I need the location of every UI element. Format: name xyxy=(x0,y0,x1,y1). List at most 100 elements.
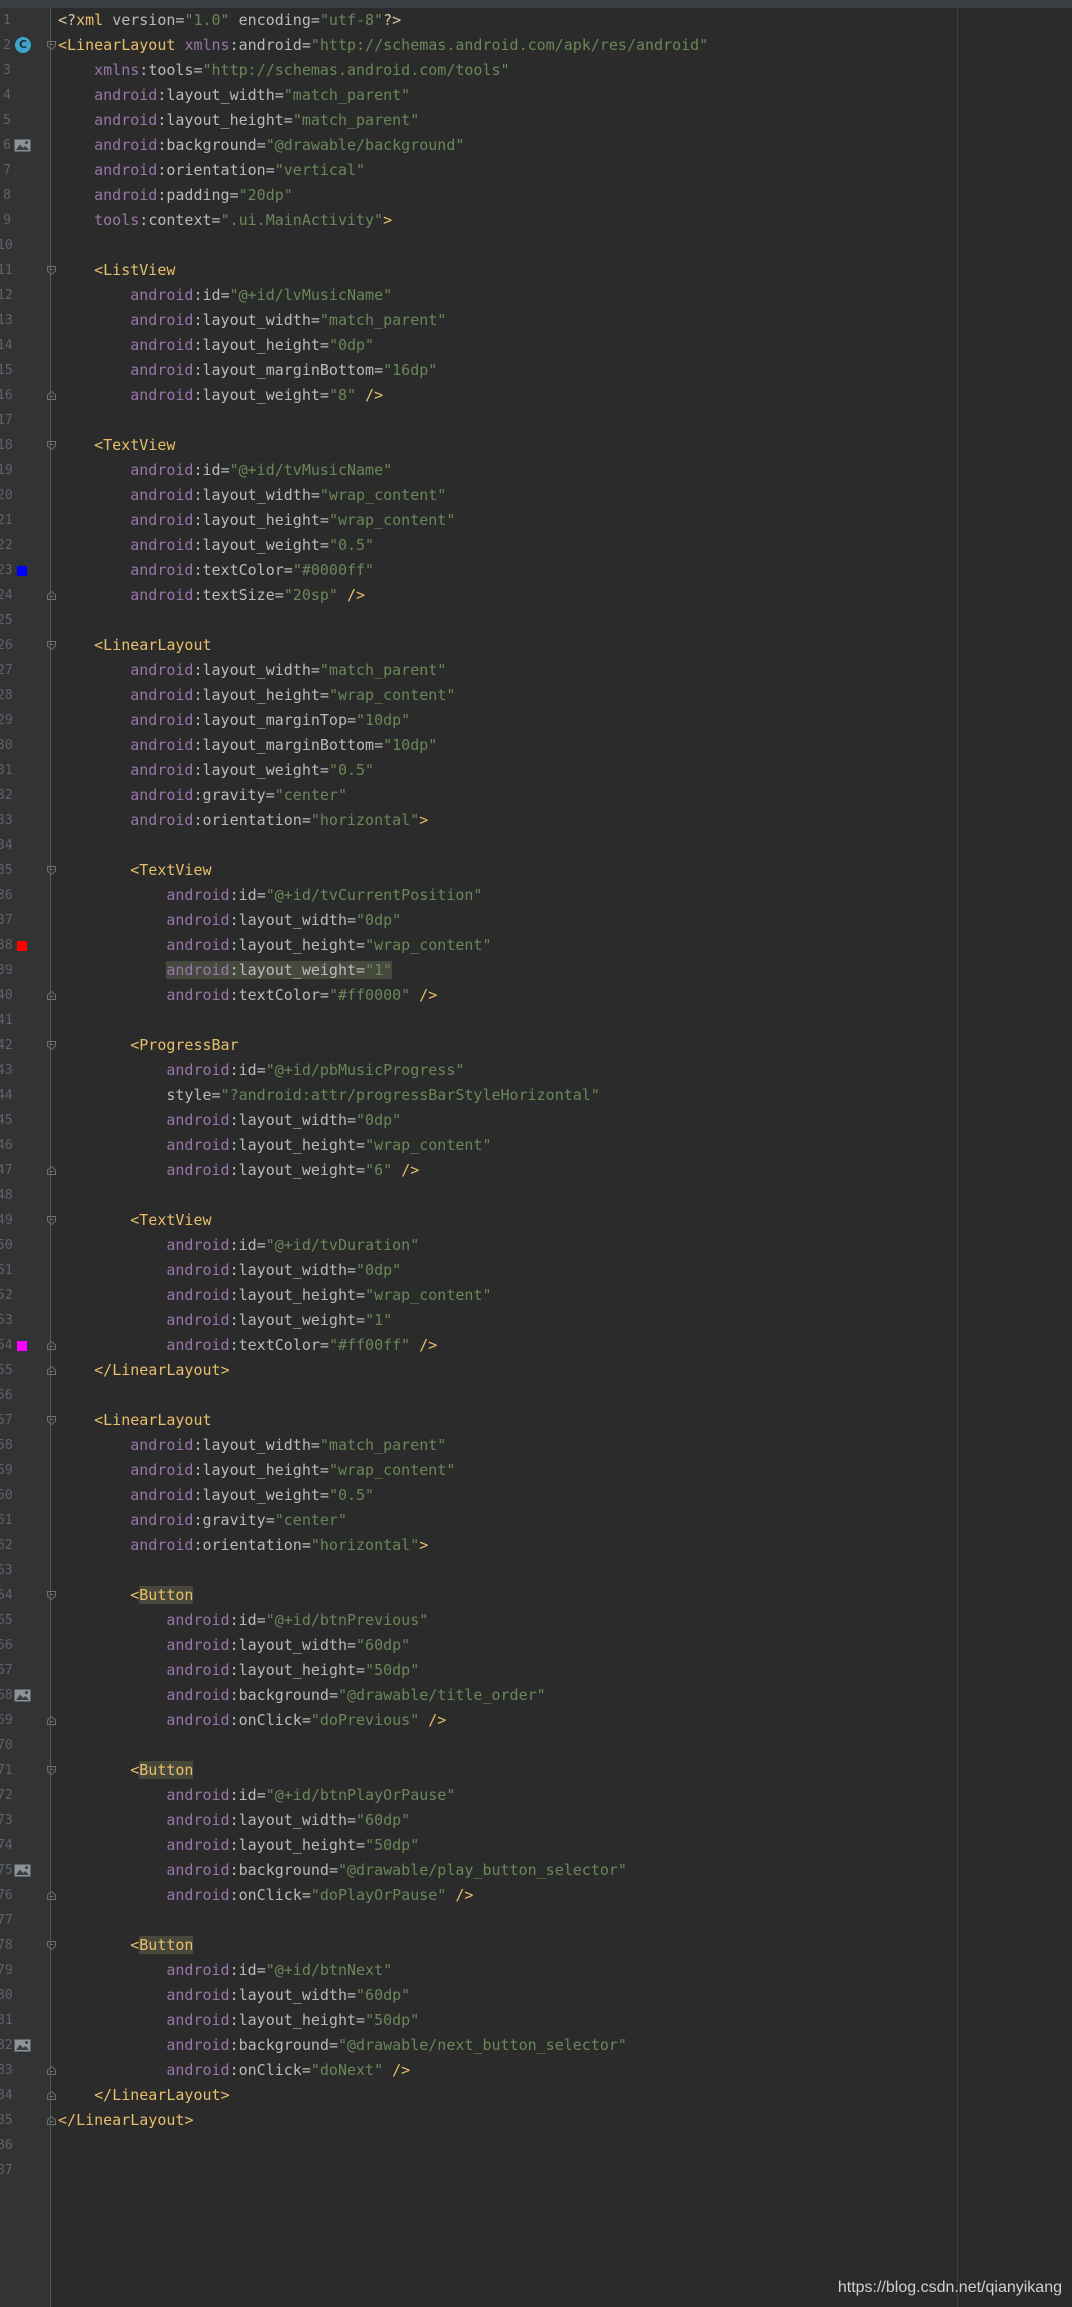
code-line[interactable]: 2 C <LinearLayout xmlns:android="http://sc… xyxy=(0,33,1072,58)
fold-open-icon[interactable] xyxy=(46,865,57,876)
code-line[interactable]: 40 android:textColor="#ff0000" /> xyxy=(0,983,1072,1008)
fold-close-icon[interactable] xyxy=(46,1165,57,1176)
code-line[interactable]: 25 xyxy=(0,608,1072,633)
code-line[interactable]: 52 android:layout_height="wrap_content" xyxy=(0,1283,1072,1308)
color-swatch-icon[interactable] xyxy=(17,1341,27,1351)
code-line[interactable]: 26 <LinearLayout xyxy=(0,633,1072,658)
code-line[interactable]: 86 xyxy=(0,2133,1072,2158)
code-line[interactable]: 64 <Button xyxy=(0,1583,1072,1608)
code-line[interactable]: 19 android:id="@+id/tvMusicName" xyxy=(0,458,1072,483)
code-line[interactable]: 75 android:background="@drawable/play_bu… xyxy=(0,1858,1072,1883)
color-swatch-icon[interactable] xyxy=(17,941,27,951)
code-line[interactable]: 20 android:layout_width="wrap_content" xyxy=(0,483,1072,508)
fold-open-icon[interactable] xyxy=(46,640,57,651)
fold-open-icon[interactable] xyxy=(46,1040,57,1051)
fold-open-icon[interactable] xyxy=(46,440,57,451)
code-line[interactable]: 7 android:orientation="vertical" xyxy=(0,158,1072,183)
code-line[interactable]: 72 android:id="@+id/btnPlayOrPause" xyxy=(0,1783,1072,1808)
code-line[interactable]: 49 <TextView xyxy=(0,1208,1072,1233)
code-line[interactable]: 85 </LinearLayout> xyxy=(0,2108,1072,2133)
image-icon[interactable] xyxy=(14,1864,31,1877)
code-line[interactable]: 77 xyxy=(0,1908,1072,1933)
fold-open-icon[interactable] xyxy=(46,1415,57,1426)
code-line[interactable]: 46 android:layout_height="wrap_content" xyxy=(0,1133,1072,1158)
code-line[interactable]: 62 android:orientation="horizontal"> xyxy=(0,1533,1072,1558)
code-line[interactable]: 32 android:gravity="center" xyxy=(0,783,1072,808)
code-line[interactable]: 36 android:id="@+id/tvCurrentPosition" xyxy=(0,883,1072,908)
code-line[interactable]: 34 xyxy=(0,833,1072,858)
code-line[interactable]: 56 xyxy=(0,1383,1072,1408)
fold-close-icon[interactable] xyxy=(46,1715,57,1726)
code-line[interactable]: 78 <Button xyxy=(0,1933,1072,1958)
fold-open-icon[interactable] xyxy=(46,1215,57,1226)
code-line[interactable]: 57 <LinearLayout xyxy=(0,1408,1072,1433)
code-line[interactable]: 1 <?xml version="1.0" encoding="utf-8"?> xyxy=(0,8,1072,33)
code-line[interactable]: 47 android:layout_weight="6" /> xyxy=(0,1158,1072,1183)
code-line[interactable]: 70 xyxy=(0,1733,1072,1758)
code-line[interactable]: 60 android:layout_weight="0.5" xyxy=(0,1483,1072,1508)
code-line[interactable]: 16 android:layout_weight="8" /> xyxy=(0,383,1072,408)
code-line[interactable]: 48 xyxy=(0,1183,1072,1208)
code-line[interactable]: 63 xyxy=(0,1558,1072,1583)
code-line[interactable]: 79 android:id="@+id/btnNext" xyxy=(0,1958,1072,1983)
code-line[interactable]: 54 android:textColor="#ff00ff" /> xyxy=(0,1333,1072,1358)
code-line[interactable]: 84 </LinearLayout> xyxy=(0,2083,1072,2108)
code-line[interactable]: 87 xyxy=(0,2158,1072,2183)
image-icon[interactable] xyxy=(14,2039,31,2052)
code-line[interactable]: 50 android:id="@+id/tvDuration" xyxy=(0,1233,1072,1258)
fold-close-icon[interactable] xyxy=(46,390,57,401)
fold-close-icon[interactable] xyxy=(46,1365,57,1376)
code-line[interactable]: 35 <TextView xyxy=(0,858,1072,883)
code-line[interactable]: 24 android:textSize="20sp" /> xyxy=(0,583,1072,608)
code-line[interactable]: 31 android:layout_weight="0.5" xyxy=(0,758,1072,783)
code-line[interactable]: 69 android:onClick="doPrevious" /> xyxy=(0,1708,1072,1733)
fold-close-icon[interactable] xyxy=(46,2115,57,2126)
code-line[interactable]: 45 android:layout_width="0dp" xyxy=(0,1108,1072,1133)
code-line[interactable]: 81 android:layout_height="50dp" xyxy=(0,2008,1072,2033)
fold-open-icon[interactable] xyxy=(46,40,57,51)
fold-close-icon[interactable] xyxy=(46,1340,57,1351)
code-line[interactable]: 17 xyxy=(0,408,1072,433)
code-line[interactable]: 83 android:onClick="doNext" /> xyxy=(0,2058,1072,2083)
code-line[interactable]: 66 android:layout_width="60dp" xyxy=(0,1633,1072,1658)
code-line[interactable]: 76 android:onClick="doPlayOrPause" /> xyxy=(0,1883,1072,1908)
image-icon[interactable] xyxy=(14,1689,31,1702)
code-line[interactable]: 18 <TextView xyxy=(0,433,1072,458)
class-icon[interactable]: C xyxy=(15,37,31,53)
code-line[interactable]: 6 android:background="@drawable/backgrou… xyxy=(0,133,1072,158)
code-line[interactable]: 4 android:layout_width="match_parent" xyxy=(0,83,1072,108)
fold-close-icon[interactable] xyxy=(46,1890,57,1901)
code-editor[interactable]: 1 <?xml version="1.0" encoding="utf-8"?> 2… xyxy=(0,0,1072,2307)
code-line[interactable]: 42 <ProgressBar xyxy=(0,1033,1072,1058)
code-line[interactable]: 41 xyxy=(0,1008,1072,1033)
code-line[interactable]: 51 android:layout_width="0dp" xyxy=(0,1258,1072,1283)
fold-open-icon[interactable] xyxy=(46,1765,57,1776)
code-line[interactable]: 10 xyxy=(0,233,1072,258)
code-line[interactable]: 27 android:layout_width="match_parent" xyxy=(0,658,1072,683)
code-line[interactable]: 55 </LinearLayout> xyxy=(0,1358,1072,1383)
code-line[interactable]: 82 android:background="@drawable/next_bu… xyxy=(0,2033,1072,2058)
code-line[interactable]: 22 android:layout_weight="0.5" xyxy=(0,533,1072,558)
code-line[interactable]: 29 android:layout_marginTop="10dp" xyxy=(0,708,1072,733)
code-line[interactable]: 68 android:background="@drawable/title_o… xyxy=(0,1683,1072,1708)
code-line[interactable]: 38 android:layout_height="wrap_content" xyxy=(0,933,1072,958)
code-line[interactable]: 74 android:layout_height="50dp" xyxy=(0,1833,1072,1858)
fold-close-icon[interactable] xyxy=(46,2065,57,2076)
code-line[interactable]: 44 style="?android:attr/progressBarStyle… xyxy=(0,1083,1072,1108)
code-line[interactable]: 58 android:layout_width="match_parent" xyxy=(0,1433,1072,1458)
code-line[interactable]: 14 android:layout_height="0dp" xyxy=(0,333,1072,358)
code-line[interactable]: 65 android:id="@+id/btnPrevious" xyxy=(0,1608,1072,1633)
code-line[interactable]: 53 android:layout_weight="1" xyxy=(0,1308,1072,1333)
code-line[interactable]: 80 android:layout_width="60dp" xyxy=(0,1983,1072,2008)
code-line[interactable]: 61 android:gravity="center" xyxy=(0,1508,1072,1533)
fold-open-icon[interactable] xyxy=(46,1940,57,1951)
fold-close-icon[interactable] xyxy=(46,590,57,601)
code-line[interactable]: 11 <ListView xyxy=(0,258,1072,283)
code-line[interactable]: 71 <Button xyxy=(0,1758,1072,1783)
code-line[interactable]: 8 android:padding="20dp" xyxy=(0,183,1072,208)
code-line[interactable]: 15 android:layout_marginBottom="16dp" xyxy=(0,358,1072,383)
code-line[interactable]: 13 android:layout_width="match_parent" xyxy=(0,308,1072,333)
code-line[interactable]: 73 android:layout_width="60dp" xyxy=(0,1808,1072,1833)
code-line[interactable]: 9 tools:context=".ui.MainActivity"> xyxy=(0,208,1072,233)
code-line[interactable]: 43 android:id="@+id/pbMusicProgress" xyxy=(0,1058,1072,1083)
